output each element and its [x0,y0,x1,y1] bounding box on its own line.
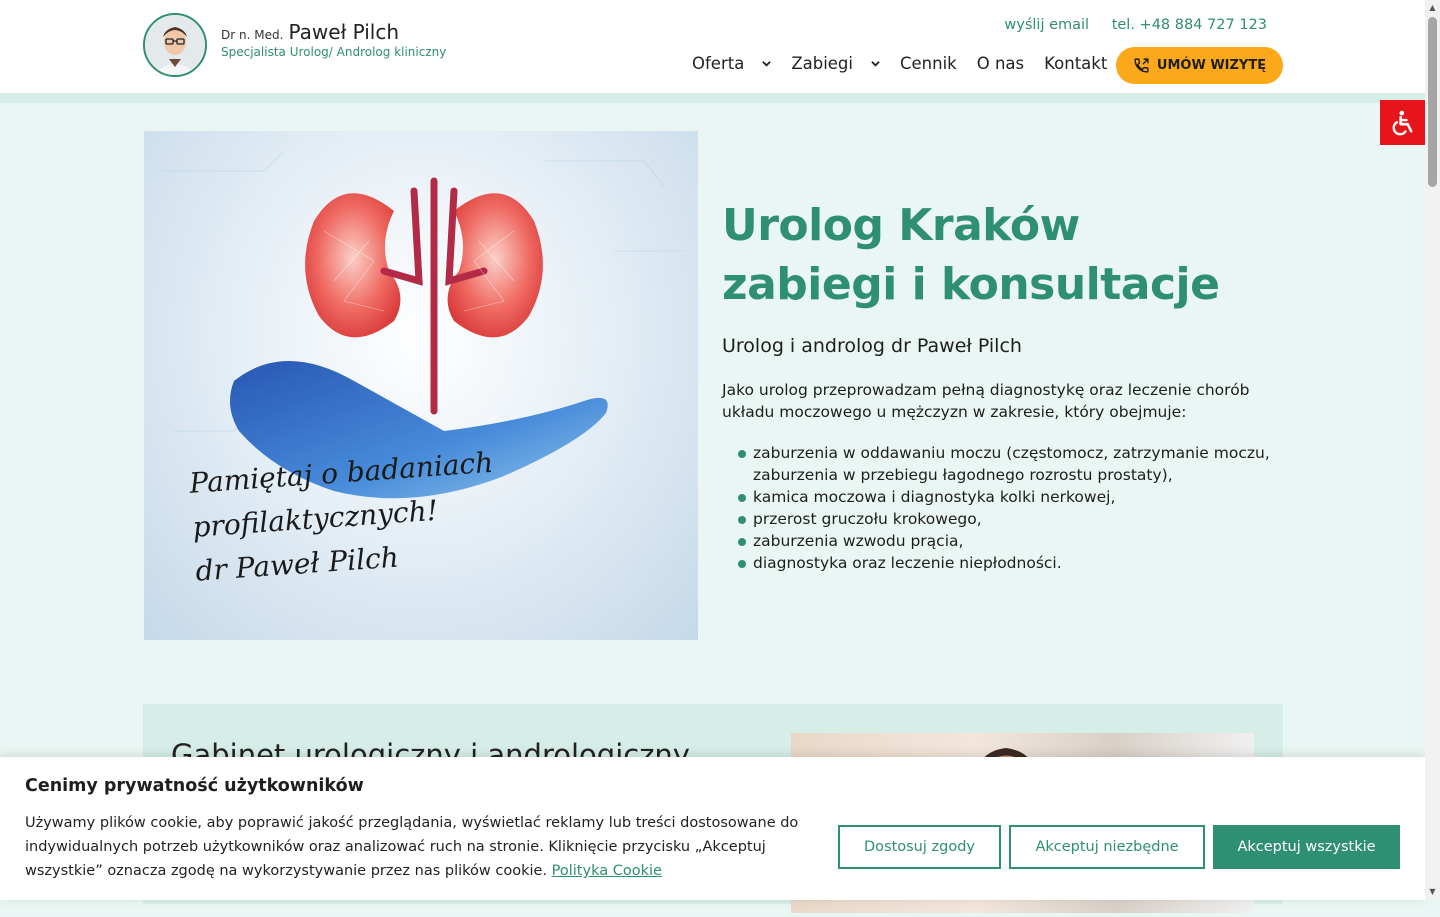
list-item: zaburzenia w oddawaniu moczu (częstomocz… [738,442,1278,486]
nav-item-label: O nas [976,54,1025,73]
hero-title-line: Urolog Kraków [722,200,1080,251]
chevron-down-icon[interactable] [871,59,880,68]
avatar[interactable] [143,13,207,77]
scroll-down-arrow-icon[interactable]: ▼ [1428,887,1437,897]
list-item: przerost gruczołu krokowego, [738,508,1278,530]
brand-subtitle: Specjalista Urolog/ Androlog kliniczny [221,45,447,59]
customize-consent-button[interactable]: Dostosuj zgody [838,825,1001,869]
hero-title-line: zabiegi i konsultacje [722,259,1220,310]
accept-all-button[interactable]: Akceptuj wszystkie [1213,825,1400,869]
hero-title: Urolog Kraków zabiegi i konsultacje [722,196,1220,314]
list-item: zaburzenia wzwodu prącia, [738,530,1278,552]
cookie-text: Używamy plików cookie, aby poprawić jako… [25,811,825,883]
phone-icon [1134,58,1149,73]
site-header: Dr n. Med. Paweł Pilch Specjalista Urolo… [0,0,1425,94]
top-links: wyślij email tel. +48 884 727 123 [986,17,1267,33]
accept-necessary-button[interactable]: Akceptuj niezbędne [1009,825,1205,869]
main-nav: Oferta Zabiegi Cennik O nas Kontakt [692,54,1127,73]
book-visit-label: UMÓW WIZYTĘ [1156,58,1267,73]
nav-item-o-nas[interactable]: O nas [977,54,1024,73]
nav-item-oferta[interactable]: Oferta [692,54,772,73]
scrollbar-thumb[interactable] [1428,17,1437,187]
book-visit-button[interactable]: UMÓW WIZYTĘ [1116,47,1283,84]
accessibility-button[interactable] [1380,100,1425,145]
phone-link[interactable]: tel. +48 884 727 123 [1112,17,1267,33]
page-scrollbar[interactable]: ▲ ▼ [1425,0,1440,900]
hero-subtitle: Urolog i androlog dr Paweł Pilch [722,335,1022,357]
brand-title[interactable]: Dr n. Med. Paweł Pilch [221,20,399,44]
brand-prefix: Dr n. Med. [221,28,284,42]
nav-item-kontakt[interactable]: Kontakt [1044,54,1107,73]
cookie-banner: Cenimy prywatność użytkowników Używamy p… [0,757,1425,900]
nav-item-zabiegi[interactable]: Zabiegi [791,54,880,73]
nav-item-label: Oferta [692,54,745,73]
nav-item-label: Zabiegi [791,54,853,73]
nav-item-label: Kontakt [1044,54,1108,73]
chevron-down-icon[interactable] [762,59,772,68]
nav-item-cennik[interactable]: Cennik [900,54,957,73]
brand-name: Paweł Pilch [288,20,400,44]
nav-item-label: Cennik [900,54,957,73]
list-item: kamica moczowa i diagnostyka kolki nerko… [738,486,1278,508]
accessibility-icon [1392,110,1412,135]
conditions-list: zaburzenia w oddawaniu moczu (częstomocz… [738,442,1278,574]
hero-image-caption: Pamiętaj o badaniach profilaktycznych! d… [188,441,501,594]
cookie-policy-link[interactable]: Polityka Cookie [552,863,662,879]
list-item: diagnostyka oraz leczenie niepłodności. [738,552,1278,574]
scroll-up-arrow-icon[interactable]: ▲ [1428,3,1437,13]
hero-description: Jako urolog przeprowadzam pełną diagnost… [722,381,1250,421]
cookie-description: Używamy plików cookie, aby poprawić jako… [25,815,799,879]
cookie-title: Cenimy prywatność użytkowników [25,776,364,796]
email-link[interactable]: wyślij email [1004,17,1089,33]
header-divider [0,93,1425,103]
